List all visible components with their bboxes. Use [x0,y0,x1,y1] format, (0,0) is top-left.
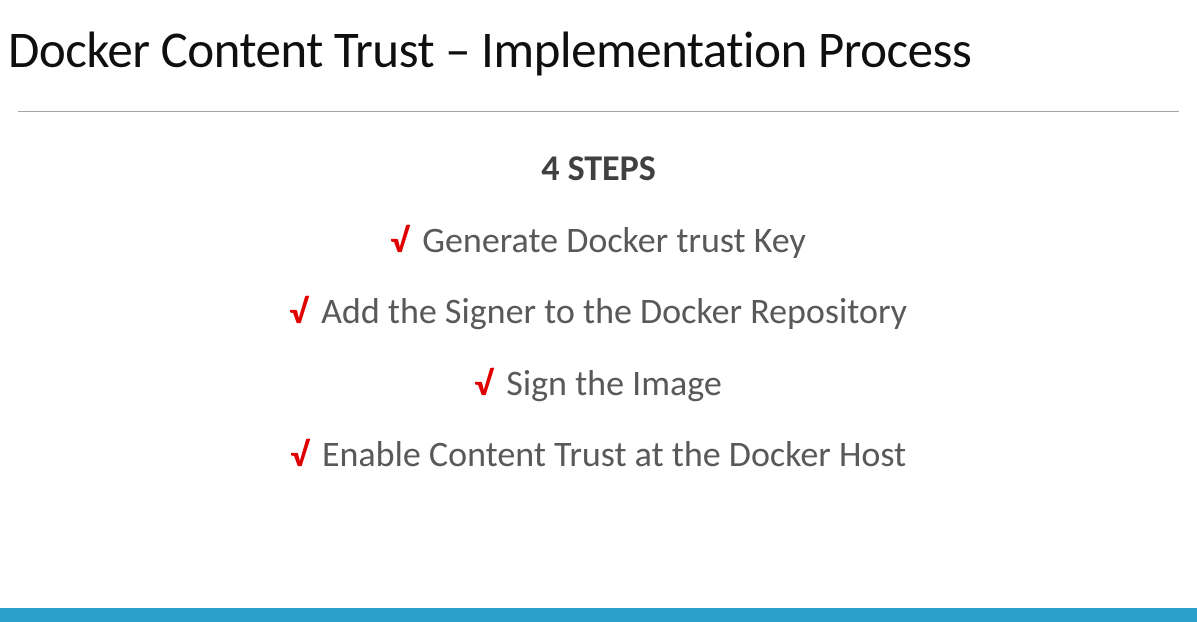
slide: Docker Content Trust – Implementation Pr… [0,0,1197,622]
steps-heading: 4 STEPS [0,146,1197,190]
step-3: √ Sign the Image [0,363,1197,404]
step-4-text: Enable Content Trust at the Docker Host [322,432,906,476]
step-4: √ Enable Content Trust at the Docker Hos… [0,434,1197,475]
check-icon: √ [290,436,309,475]
step-3-text: Sign the Image [506,361,721,405]
check-icon: √ [390,222,409,261]
content-body: 4 STEPS √ Generate Docker trust Key √ Ad… [0,146,1197,476]
step-1: √ Generate Docker trust Key [0,220,1197,261]
step-1-text: Generate Docker trust Key [422,218,805,262]
step-2-text: Add the Signer to the Docker Repository [321,289,907,333]
divider [18,111,1179,112]
accent-bar [0,608,1197,622]
page-title: Docker Content Trust – Implementation Pr… [0,0,1197,81]
check-icon: √ [474,365,493,404]
step-2: √ Add the Signer to the Docker Repositor… [0,291,1197,332]
check-icon: √ [289,293,308,332]
